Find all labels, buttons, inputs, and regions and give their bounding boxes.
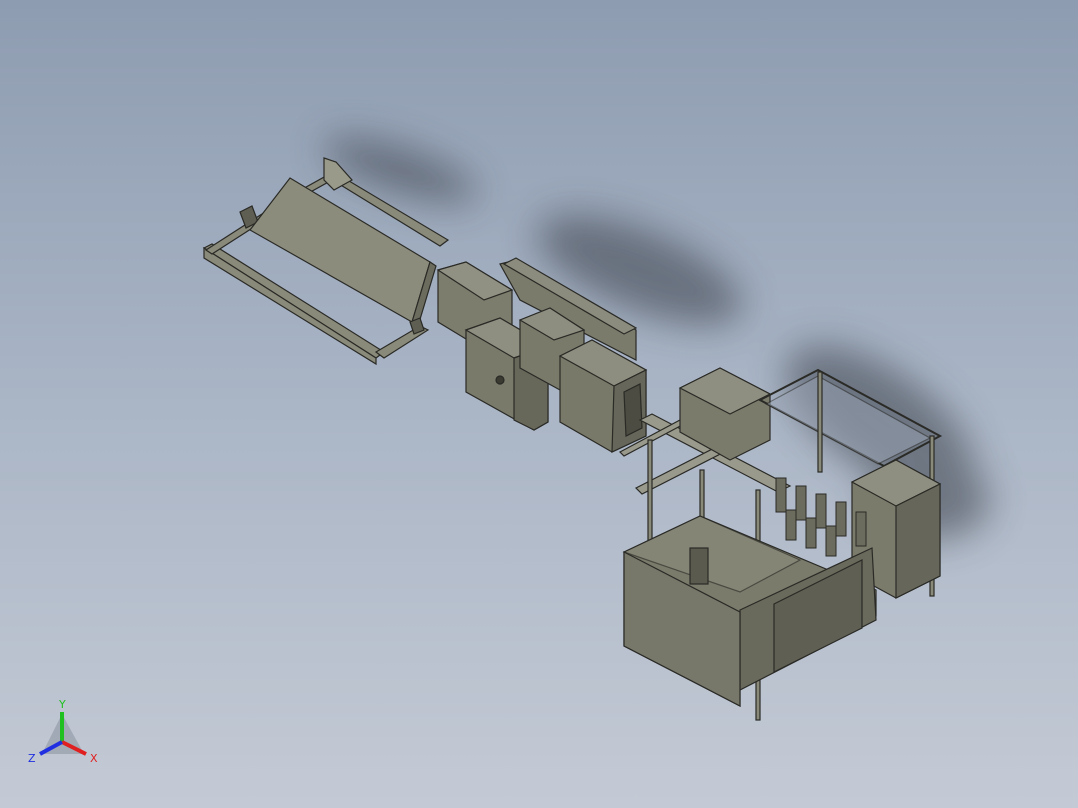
assembly-model[interactable] — [0, 0, 1078, 808]
z-axis-label: Z — [28, 752, 36, 765]
base-cabinet[interactable] — [622, 515, 877, 707]
x-axis-label: X — [90, 752, 98, 765]
y-axis-label: Y — [58, 698, 66, 711]
coordinate-triad[interactable]: Y X Z — [28, 696, 104, 766]
graphics-viewport[interactable]: Y X Z — [0, 0, 1078, 808]
